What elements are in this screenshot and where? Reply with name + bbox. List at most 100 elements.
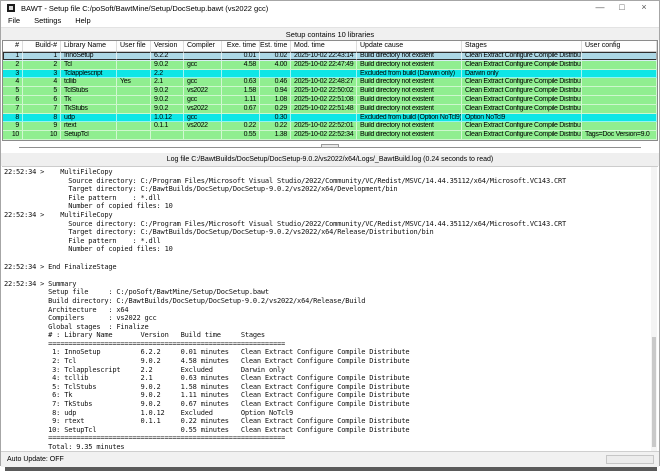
cell-stages: Option NoTcl9 [462, 114, 582, 122]
cell-build: 9 [23, 122, 61, 130]
cell-cause: Build directory not existent [357, 105, 462, 113]
cell-cause: Build directory not existent [357, 87, 462, 95]
table-row-rtext[interactable]: 99rtext0.1.1vs20220.220.222025-10-02 22:… [3, 122, 657, 131]
cell-config [582, 61, 657, 69]
cell-num: 7 [3, 105, 23, 113]
column-header-user-file[interactable]: User file [117, 41, 151, 51]
cell-cause: Build directory not existent [357, 131, 462, 139]
cell-config: Tags=Doc Version=9.0 [582, 131, 657, 139]
cell-stages: Clean Extract Configure Compile Distribu… [462, 131, 582, 139]
cell-compiler: gcc [184, 78, 222, 86]
cell-build: 5 [23, 87, 61, 95]
cell-stages: Clean Extract Configure Compile Distribu… [462, 122, 582, 130]
table-row-tclstubs[interactable]: 55TclStubs9.0.2vs20221.580.942025-10-02 … [3, 87, 657, 96]
cell-version: 2.2 [151, 70, 184, 78]
status-bar: Auto Update: OFF [1, 451, 659, 467]
cell-mod: 2025-10-02 22:43:14 [291, 52, 357, 60]
cell-exe [222, 70, 260, 78]
cell-est: 0.30 [260, 114, 291, 122]
table-row-udp[interactable]: 88udp1.0.12gcc0.30Excluded from build (O… [3, 114, 657, 123]
window-shadow [5, 467, 657, 471]
cell-mod: 2025-10-02 22:51:08 [291, 96, 357, 104]
column-header--[interactable]: # [3, 41, 23, 51]
cell-num: 8 [3, 114, 23, 122]
cell-compiler: gcc [184, 61, 222, 69]
cell-name: tcllib [61, 78, 117, 86]
table-row-tcllib[interactable]: 44tcllibYes2.1gcc0.630.462025-10-02 22:4… [3, 78, 657, 87]
window-controls: — □ × [589, 1, 655, 15]
auto-update-status: Auto Update: OFF [7, 454, 64, 466]
cell-version: 6.2.2 [151, 52, 184, 60]
cell-est: 1.38 [260, 131, 291, 139]
minimize-button[interactable]: — [589, 1, 611, 15]
column-header-exe-time[interactable]: Exe. time [222, 41, 260, 51]
cell-userfile [117, 96, 151, 104]
cell-exe: 0.63 [222, 78, 260, 86]
log-file-label: Log file C:/BawtBuilds/DocSetup/DocSetup… [1, 153, 659, 166]
cell-userfile [117, 61, 151, 69]
cell-name: Tk [61, 96, 117, 104]
cell-version: 2.1 [151, 78, 184, 86]
cell-build: 7 [23, 105, 61, 113]
table-row-tclapplescript[interactable]: 33Tclapplescript2.2Excluded from build (… [3, 70, 657, 79]
cell-cause: Excluded from build (Darwin only) [357, 70, 462, 78]
cell-userfile [117, 52, 151, 60]
table-row-innosetup[interactable]: 11InnoSetup6.2.20.010.022025-10-02 22:43… [3, 52, 657, 61]
cell-config [582, 105, 657, 113]
cell-est: 0.02 [260, 52, 291, 60]
column-header-compiler[interactable]: Compiler [184, 41, 222, 51]
cell-version: 9.0.2 [151, 87, 184, 95]
cell-exe: 0.01 [222, 52, 260, 60]
cell-mod: 2025-10-02 22:52:01 [291, 122, 357, 130]
log-scrollbar[interactable] [651, 167, 657, 451]
cell-compiler [184, 131, 222, 139]
cell-est: 4.00 [260, 61, 291, 69]
cell-name: InnoSetup [61, 52, 117, 60]
cell-userfile [117, 122, 151, 130]
cell-stages: Clean Extract Configure Compile Distribu… [462, 52, 582, 60]
menu-item-settings[interactable]: Settings [27, 15, 68, 27]
menu-item-help[interactable]: Help [68, 15, 97, 27]
cell-exe: 1.11 [222, 96, 260, 104]
cell-exe: 0.67 [222, 105, 260, 113]
column-header-user-config[interactable]: User config [582, 41, 657, 51]
table-row-tk[interactable]: 66Tk9.0.2gcc1.111.082025-10-02 22:51:08B… [3, 96, 657, 105]
cell-userfile: Yes [117, 78, 151, 86]
menu-item-file[interactable]: File [1, 15, 27, 27]
cell-est: 0.94 [260, 87, 291, 95]
column-header-version[interactable]: Version [151, 41, 184, 51]
cell-name: SetupTcl [61, 131, 117, 139]
cell-build: 8 [23, 114, 61, 122]
cell-version: 9.0.2 [151, 105, 184, 113]
cell-cause: Build directory not existent [357, 96, 462, 104]
cell-mod: 2025-10-02 22:51:48 [291, 105, 357, 113]
log-scrollbar-thumb[interactable] [652, 337, 656, 447]
cell-cause: Build directory not existent [357, 61, 462, 69]
cell-est: 0.29 [260, 105, 291, 113]
table-body: 11InnoSetup6.2.20.010.022025-10-02 22:43… [3, 52, 657, 140]
cell-num: 1 [3, 52, 23, 60]
cell-compiler [184, 52, 222, 60]
cell-cause: Build directory not existent [357, 78, 462, 86]
column-header-library-name[interactable]: Library Name [61, 41, 117, 51]
cell-config [582, 70, 657, 78]
log-area: 22:52:34 > MultiFileCopy Source director… [2, 166, 658, 451]
cell-num: 5 [3, 87, 23, 95]
cell-est [260, 70, 291, 78]
table-header-row: #Build-#Library NameUser fileVersionComp… [3, 41, 657, 52]
column-header-build-[interactable]: Build-# [23, 41, 61, 51]
cell-compiler: gcc [184, 114, 222, 122]
column-header-stages[interactable]: Stages [462, 41, 582, 51]
table-row-tcl[interactable]: 22Tcl9.0.2gcc4.584.002025-10-02 22:47:49… [3, 61, 657, 70]
splitter-handle[interactable] [321, 144, 339, 148]
maximize-button[interactable]: □ [611, 1, 633, 15]
close-button[interactable]: × [633, 1, 655, 15]
cell-userfile [117, 87, 151, 95]
table-row-tkstubs[interactable]: 77TkStubs9.0.2vs20220.670.292025-10-02 2… [3, 105, 657, 114]
table-row-setuptcl[interactable]: 1010SetupTcl0.551.382025-10-02 22:52:34B… [3, 131, 657, 140]
column-header-est-time[interactable]: Est. time [260, 41, 291, 51]
cell-num: 4 [3, 78, 23, 86]
cell-num: 10 [3, 131, 23, 139]
column-header-mod-time[interactable]: Mod. time [291, 41, 357, 51]
column-header-update-cause[interactable]: Update cause [357, 41, 462, 51]
